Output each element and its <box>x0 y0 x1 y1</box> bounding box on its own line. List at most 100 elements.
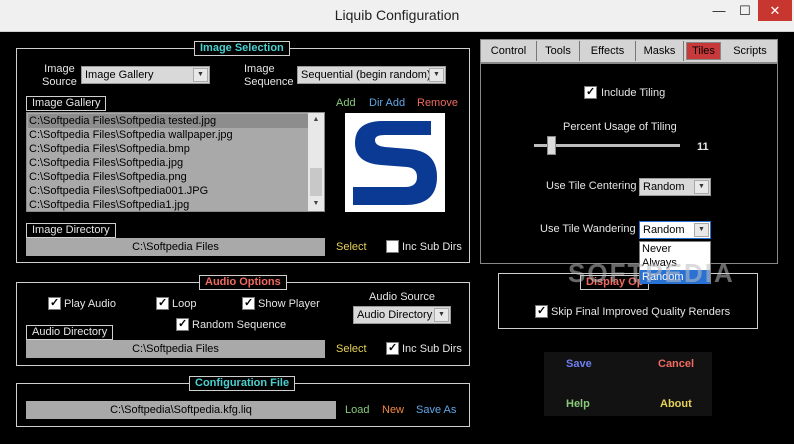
image-gallery-list[interactable]: C:\Softpedia Files\Softpedia tested.jpg … <box>26 112 325 212</box>
checkmark-icon: ✓ <box>158 297 168 309</box>
chevron-down-icon[interactable]: ▼ <box>429 68 444 82</box>
tab-control[interactable]: Control <box>481 41 537 61</box>
play-audio-label: Play Audio <box>64 298 116 310</box>
audio-options-legend: Audio Options <box>199 275 287 290</box>
gallery-scrollbar[interactable]: ▲ ▼ <box>308 113 324 211</box>
tile-wandering-value: Random <box>643 224 685 236</box>
play-audio-checkbox[interactable]: ✓ <box>48 297 61 310</box>
load-config-button[interactable]: Load <box>345 404 369 416</box>
close-icon[interactable]: ✕ <box>758 0 792 21</box>
softpedia-logo-icon <box>353 121 437 205</box>
chevron-down-icon[interactable]: ▼ <box>694 223 709 237</box>
image-sequence-select[interactable]: Sequential (begin random) ▼ <box>297 66 446 84</box>
image-selection-legend: Image Selection <box>194 41 290 56</box>
tile-wandering-select[interactable]: Random ▼ <box>639 221 711 239</box>
image-source-value: Image Gallery <box>85 69 154 81</box>
image-preview <box>345 113 445 212</box>
tile-centering-value: Random <box>643 181 685 193</box>
list-item[interactable]: C:\Softpedia Files\Softpedia wallpaper.j… <box>28 128 308 142</box>
image-directory-label: Image Directory <box>26 223 116 238</box>
image-sequence-value: Sequential (begin random) <box>301 69 431 81</box>
loop-label: Loop <box>172 298 197 310</box>
add-image-button[interactable]: Add <box>336 97 356 109</box>
checkmark-icon: ✓ <box>388 342 398 354</box>
tab-tools[interactable]: Tools <box>537 41 580 61</box>
image-sequence-label: Image Sequence <box>244 63 294 89</box>
tab-tiles[interactable]: Tiles <box>686 42 721 60</box>
image-source-label: Image Source <box>42 63 77 89</box>
list-item[interactable]: C:\Softpedia Files\Softpedia.bmp <box>28 142 308 156</box>
tab-effects[interactable]: Effects <box>580 41 636 61</box>
list-item[interactable]: C:\Softpedia Files\Softpedia.png <box>28 170 308 184</box>
image-sequence-label-text: Image Sequence <box>244 63 294 88</box>
percent-usage-label: Percent Usage of Tiling <box>563 121 677 133</box>
random-sequence-checkbox[interactable]: ✓ <box>176 318 189 331</box>
cancel-button[interactable]: Cancel <box>658 358 694 370</box>
list-item[interactable]: C:\Softpedia Files\Softpedia.jpg <box>28 156 308 170</box>
chevron-down-icon[interactable]: ▼ <box>434 308 449 322</box>
list-item[interactable]: C:\Softpedia Files\Softpedia tested.jpg <box>28 114 308 128</box>
maximize-icon[interactable]: ☐ <box>732 0 758 21</box>
minimize-icon[interactable]: — <box>706 0 732 21</box>
image-inc-sub-dirs-label: Inc Sub Dirs <box>402 241 462 253</box>
config-file-path: C:\Softpedia\Softpedia.kfg.liq <box>26 401 336 419</box>
chevron-down-icon[interactable]: ▼ <box>694 180 709 194</box>
loop-checkbox[interactable]: ✓ <box>156 297 169 310</box>
show-player-label: Show Player <box>258 298 320 310</box>
list-item[interactable]: C:\Softpedia Files\Softpedia001.JPG <box>28 184 308 198</box>
dropdown-option-always[interactable]: Always <box>640 256 710 270</box>
scroll-down-icon[interactable]: ▼ <box>308 197 324 211</box>
random-sequence-label: Random Sequence <box>192 319 287 331</box>
tile-centering-label: Use Tile Centering <box>546 180 637 192</box>
image-directory-path: C:\Softpedia Files <box>26 238 325 256</box>
image-gallery-label: Image Gallery <box>26 96 107 111</box>
tile-centering-select[interactable]: Random ▼ <box>639 178 711 196</box>
chevron-down-icon[interactable]: ▼ <box>193 68 208 82</box>
tab-scripts[interactable]: Scripts <box>723 41 777 61</box>
audio-source-value: Audio Directory <box>357 309 433 321</box>
checkmark-icon: ✓ <box>537 305 547 317</box>
configuration-file-legend: Configuration File <box>189 376 296 391</box>
audio-directory-path: C:\Softpedia Files <box>26 340 325 358</box>
tile-wandering-label: Use Tile Wandering <box>540 223 636 235</box>
image-dir-select-button[interactable]: Select <box>336 241 367 253</box>
audio-dir-select-button[interactable]: Select <box>336 343 367 355</box>
include-tiling-checkbox[interactable]: ✓ <box>584 86 597 99</box>
skip-final-renders-label: Skip Final Improved Quality Renders <box>551 306 731 318</box>
scroll-up-icon[interactable]: ▲ <box>308 113 324 127</box>
audio-source-label: Audio Source <box>369 291 436 303</box>
audio-directory-label: Audio Directory <box>26 325 114 340</box>
list-item[interactable]: C:\Softpedia Files\Softpedia1.jpg <box>28 198 308 211</box>
action-buttons-box: Save Cancel Help About <box>544 352 712 416</box>
image-inc-sub-dirs-checkbox[interactable] <box>386 240 399 253</box>
new-config-button[interactable]: New <box>382 404 404 416</box>
help-button[interactable]: Help <box>566 398 590 410</box>
show-player-checkbox[interactable]: ✓ <box>242 297 255 310</box>
image-source-label-text: Image Source <box>42 63 77 88</box>
save-as-config-button[interactable]: Save As <box>416 404 456 416</box>
scroll-thumb[interactable] <box>310 168 322 196</box>
window-title: Liquib Configuration <box>334 7 460 23</box>
include-tiling-label: Include Tiling <box>601 87 666 99</box>
tab-masks[interactable]: Masks <box>636 41 684 61</box>
percent-usage-slider[interactable] <box>534 136 680 156</box>
save-button[interactable]: Save <box>566 358 592 370</box>
audio-inc-sub-dirs-checkbox[interactable]: ✓ <box>386 342 399 355</box>
dir-add-button[interactable]: Dir Add <box>369 97 405 109</box>
checkmark-icon: ✓ <box>178 318 188 330</box>
about-button[interactable]: About <box>660 398 692 410</box>
checkmark-icon: ✓ <box>586 86 596 98</box>
slider-thumb[interactable] <box>547 136 556 155</box>
audio-inc-sub-dirs-label: Inc Sub Dirs <box>402 343 462 355</box>
tile-wandering-dropdown[interactable]: Never Always Random <box>639 241 711 284</box>
checkmark-icon: ✓ <box>50 297 60 309</box>
percent-usage-value: 11 <box>697 141 709 153</box>
title-bar: Liquib Configuration — ☐ ✕ <box>0 0 794 32</box>
dropdown-option-never[interactable]: Never <box>640 242 710 256</box>
image-source-select[interactable]: Image Gallery ▼ <box>81 66 210 84</box>
skip-final-renders-checkbox[interactable]: ✓ <box>535 305 548 318</box>
remove-image-button[interactable]: Remove <box>417 97 458 109</box>
dropdown-option-random[interactable]: Random <box>640 270 710 284</box>
audio-source-select[interactable]: Audio Directory ▼ <box>353 306 451 324</box>
checkmark-icon: ✓ <box>244 297 254 309</box>
